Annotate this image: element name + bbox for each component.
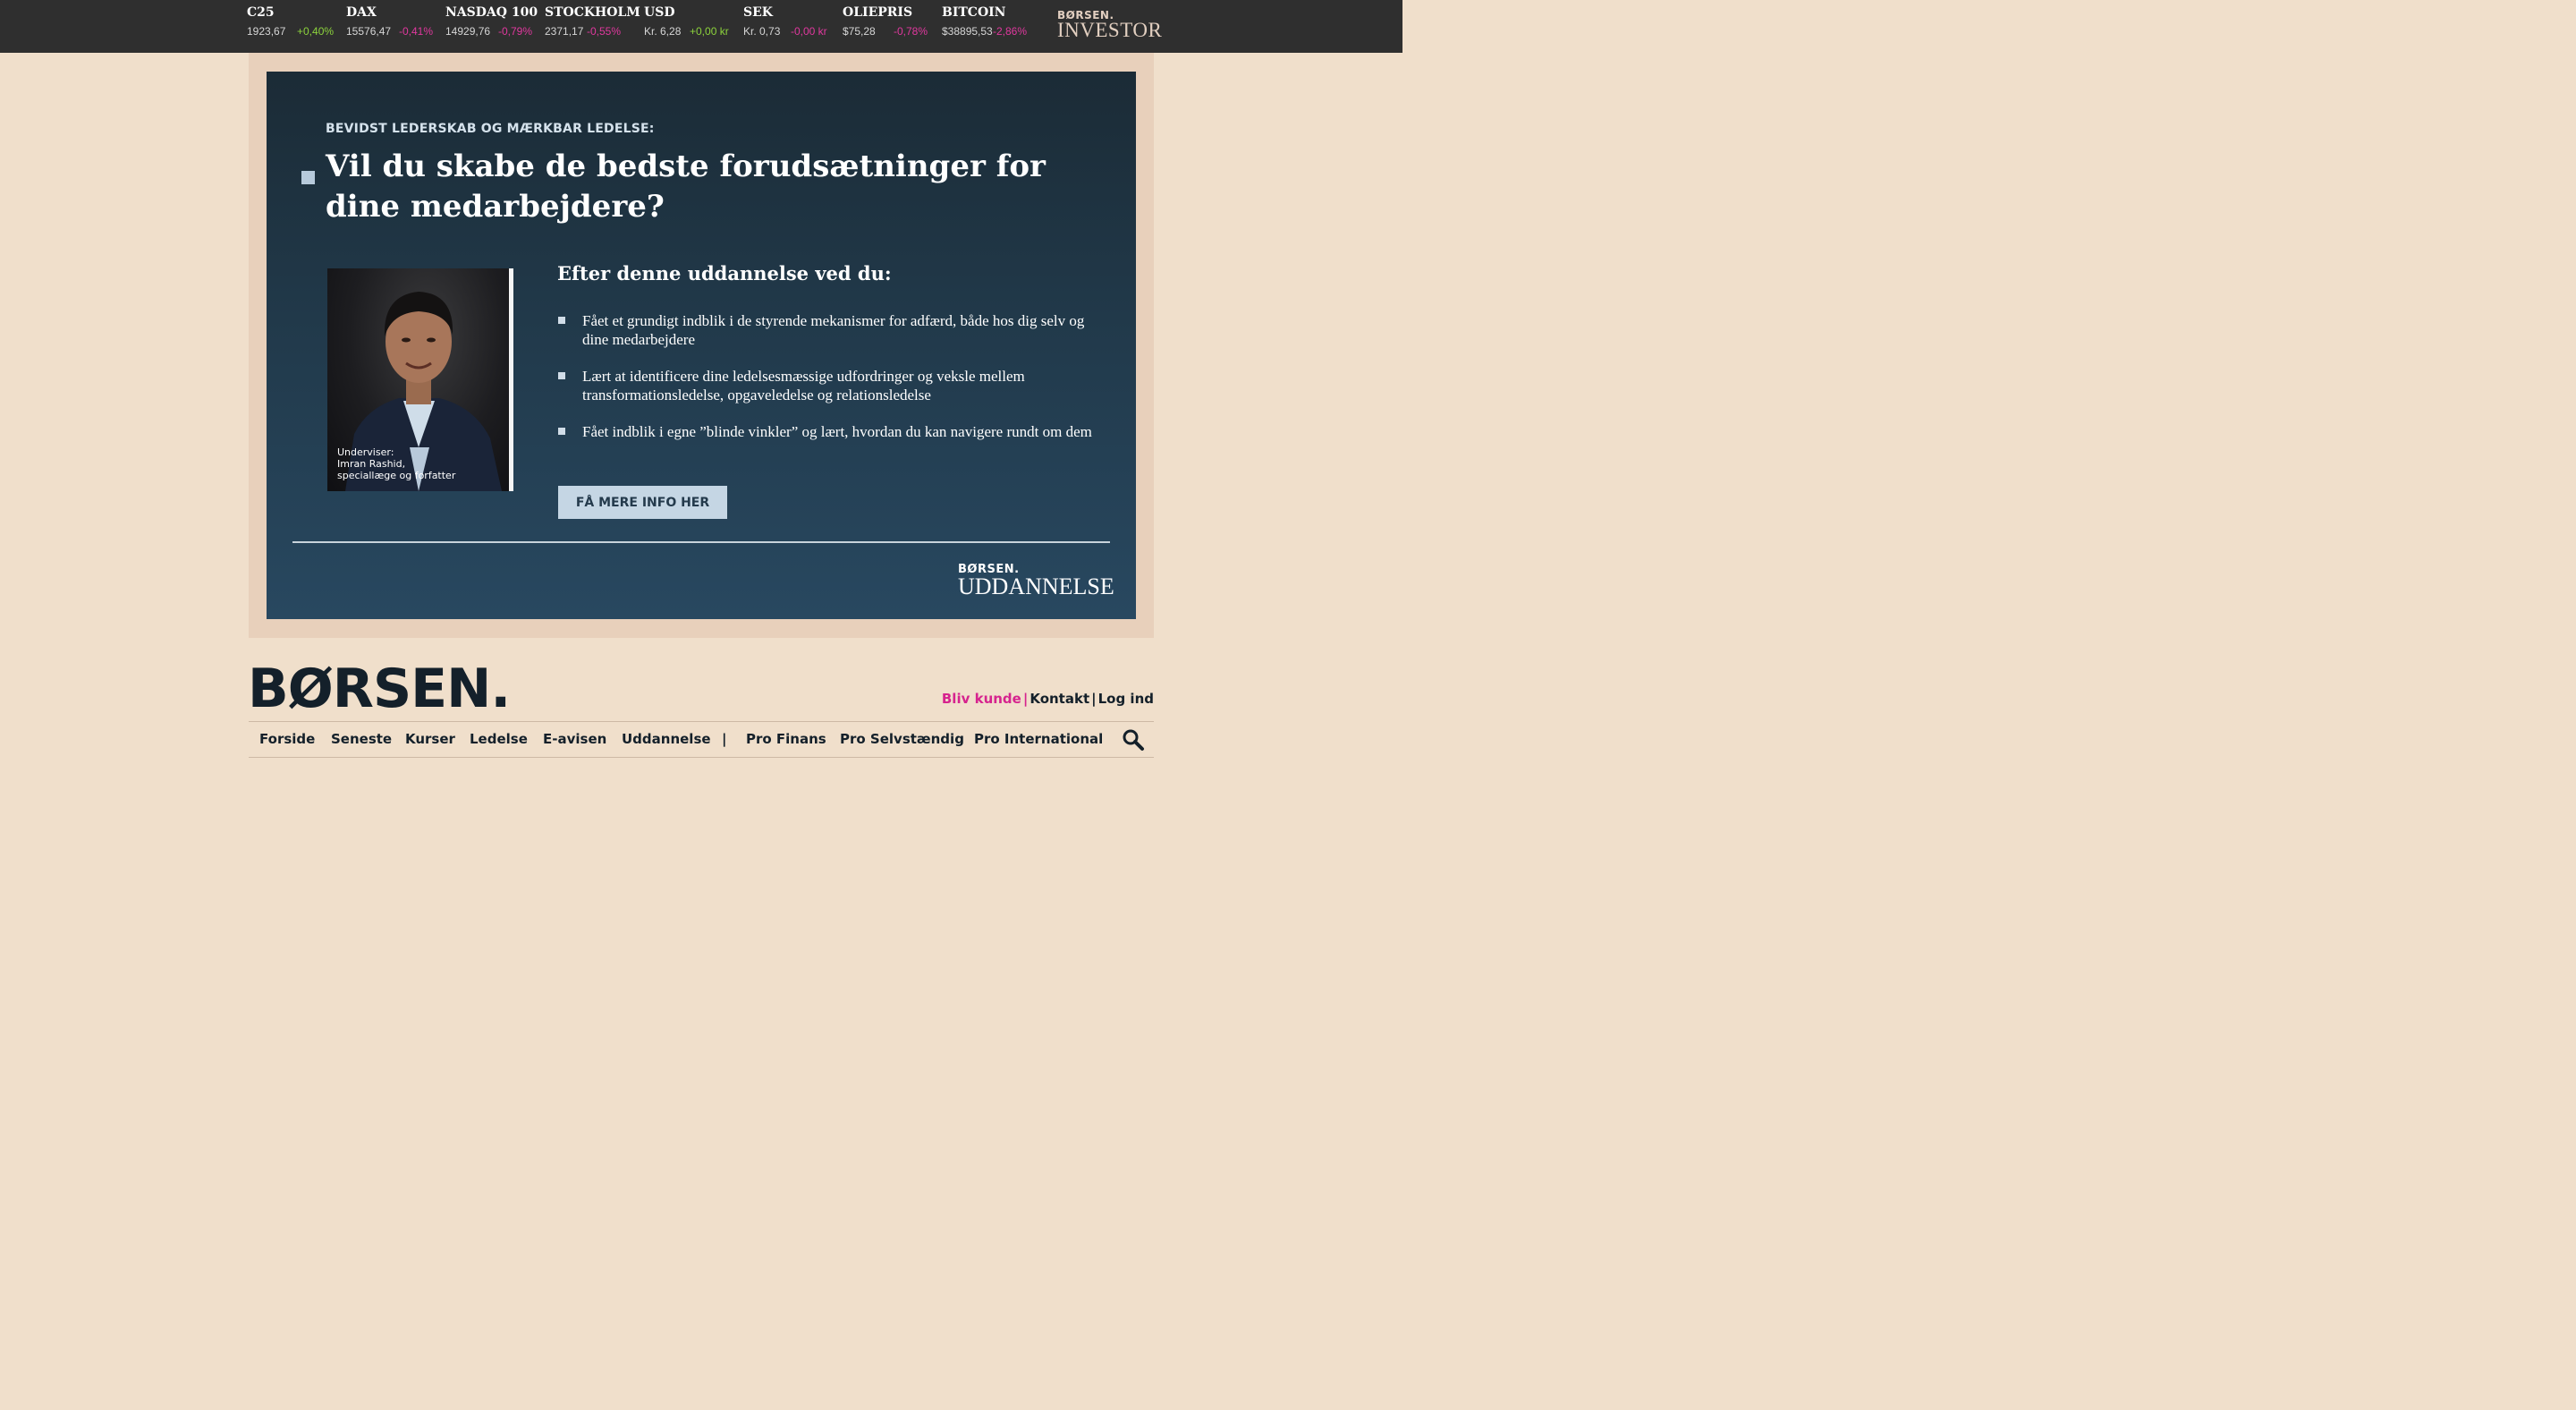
ticker-value: Kr. 6,28 <box>644 25 682 38</box>
list-item: Fået indblik i egne ”blinde vinkler” og … <box>558 422 1095 441</box>
nav-item-ledelse[interactable]: Ledelse <box>470 731 528 747</box>
square-bullet-icon <box>558 317 565 324</box>
divider <box>292 541 1110 543</box>
investor-logo-word: INVESTOR <box>1057 19 1163 41</box>
ticker-value: 2371,17 <box>545 25 584 38</box>
square-bullet-icon <box>558 428 565 435</box>
login-link[interactable]: Log ind <box>1098 691 1154 707</box>
account-links: Bliv kunde | Kontakt | Log ind <box>942 691 1154 707</box>
instructor-photo: Underviser: Imran Rashid, speciallæge og… <box>327 268 513 491</box>
ad-subhead: Efter denne uddannelse ved du: <box>557 262 892 285</box>
nav-separator: | <box>722 731 727 747</box>
ticker-change: +0,00 kr <box>690 25 729 38</box>
ticker-name: NASDAQ 100 <box>445 5 538 20</box>
more-info-button[interactable]: FÅ MERE INFO HER <box>558 486 727 519</box>
ticker-change: -0,41% <box>399 25 434 38</box>
list-item-text: Fået indblik i egne ”blinde vinkler” og … <box>582 423 1092 440</box>
ticker-value: 15576,47 <box>346 25 392 38</box>
nav-item-uddannelse[interactable]: Uddannelse <box>622 731 711 747</box>
market-ticker-bar: C25 1923,67 +0,40% DAX 15576,47 -0,41% N… <box>0 0 1402 53</box>
uddannelse-logo-word: UDDANNELSE <box>958 573 1114 599</box>
list-item: Fået et grundigt indblik i de styrende m… <box>558 311 1095 349</box>
photo-caption: Underviser: Imran Rashid, speciallæge og… <box>337 446 455 481</box>
ticker-name: STOCKHOLM <box>545 5 640 20</box>
ticker-change: -0,79% <box>498 25 533 38</box>
list-item-text: Fået et grundigt indblik i de styrende m… <box>582 312 1085 348</box>
ad-headline: Vil du skabe de bedste forudsætninger fo… <box>326 149 1046 225</box>
main-nav: Forside Seneste Kurser Ledelse E-avisen … <box>249 721 1154 758</box>
borsen-logo[interactable]: BØRSEN. <box>248 658 511 720</box>
uddannelse-ad-banner[interactable]: BEVIDST LEDERSKAB OG MÆRKBAR LEDELSE: Vi… <box>267 72 1136 619</box>
ticker-name: BITCOIN <box>942 5 1006 20</box>
ad-benefit-list: Fået et grundigt indblik i de styrende m… <box>558 311 1095 459</box>
ad-eyebrow: BEVIDST LEDERSKAB OG MÆRKBAR LEDELSE: <box>326 122 655 136</box>
caption-title: speciallæge og forfatter <box>337 470 456 481</box>
ticker-value: $38895,53 <box>942 25 993 38</box>
ticker-value: $75,28 <box>843 25 876 38</box>
nav-item-pro-finans[interactable]: Pro Finans <box>746 731 826 747</box>
search-button[interactable] <box>1122 728 1145 752</box>
nav-item-e-avisen[interactable]: E-avisen <box>543 731 606 747</box>
separator: | <box>1091 691 1097 707</box>
search-icon <box>1123 729 1144 751</box>
borsen-investor-logo[interactable]: BØRSEN. INVESTOR <box>1057 9 1163 41</box>
ticker-change: +0,40% <box>297 25 335 38</box>
ticker-name: OLIEPRIS <box>843 5 913 20</box>
caption-role: Underviser: <box>337 446 394 458</box>
ticker-name: USD <box>644 5 675 20</box>
ticker-change: -2,86% <box>993 25 1028 38</box>
ticker-change: -0,55% <box>587 25 622 38</box>
ticker-value: Kr. 0,73 <box>743 25 781 38</box>
nav-item-forside[interactable]: Forside <box>259 731 315 747</box>
nav-item-pro-selvstaendig[interactable]: Pro Selvstændig <box>840 731 964 747</box>
nav-item-seneste[interactable]: Seneste <box>331 731 392 747</box>
become-customer-link[interactable]: Bliv kunde <box>942 691 1021 707</box>
list-item: Lært at identificere dine ledelsesmæssig… <box>558 367 1095 404</box>
ticker-change: -0,00 kr <box>791 25 827 38</box>
borsen-uddannelse-logo[interactable]: BØRSEN. UDDANNELSE <box>958 563 1114 599</box>
contact-link[interactable]: Kontakt <box>1030 691 1089 707</box>
nav-item-pro-international[interactable]: Pro International <box>974 731 1103 747</box>
ticker-value: 14929,76 <box>445 25 491 38</box>
ticker-name: DAX <box>346 5 377 20</box>
square-bullet-icon <box>301 171 315 184</box>
separator: | <box>1022 691 1029 707</box>
nav-item-kurser[interactable]: Kurser <box>405 731 455 747</box>
square-bullet-icon <box>558 372 565 379</box>
list-item-text: Lært at identificere dine ledelsesmæssig… <box>582 368 1025 403</box>
caption-name: Imran Rashid, <box>337 458 406 470</box>
ticker-name: C25 <box>247 5 275 20</box>
ticker-change: -0,78% <box>894 25 928 38</box>
ticker-name: SEK <box>743 5 773 20</box>
ticker-value: 1923,67 <box>247 25 286 38</box>
